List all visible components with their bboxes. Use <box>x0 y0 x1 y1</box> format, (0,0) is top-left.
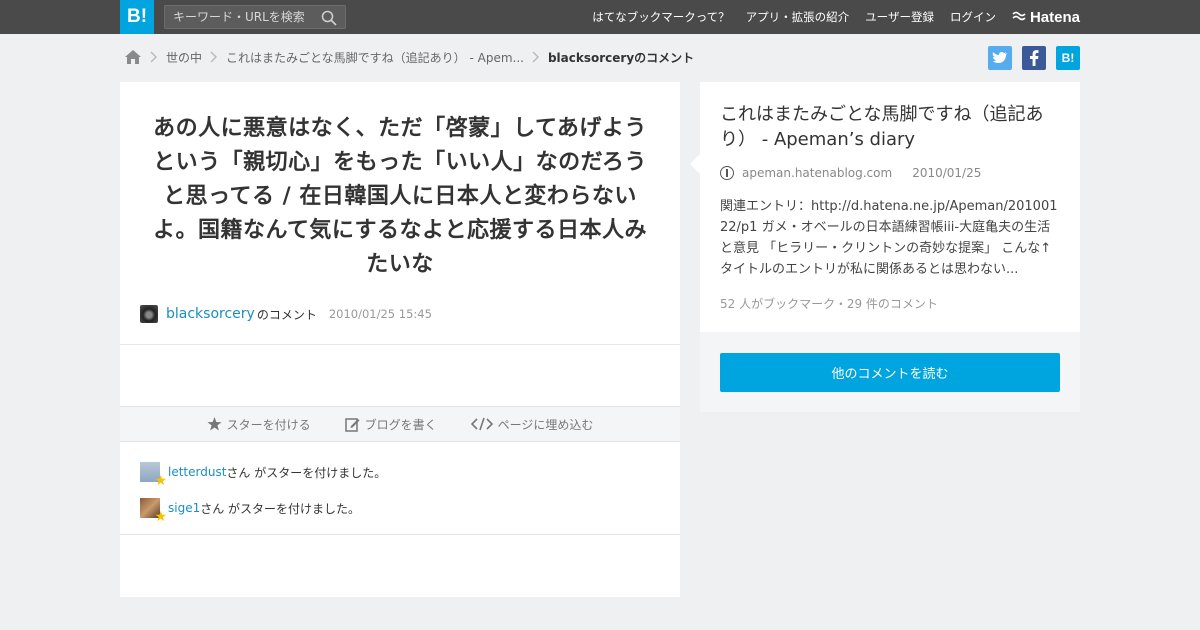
chevron-right-icon <box>532 51 540 63</box>
search-box <box>164 5 346 29</box>
comment-date: 2010/01/25 15:45 <box>328 307 432 321</box>
star-user-link[interactable]: letterdust <box>168 465 226 479</box>
code-icon <box>470 417 493 431</box>
twitter-icon <box>992 51 1007 63</box>
embed-button[interactable]: ページに埋め込む <box>470 416 594 433</box>
divider <box>120 344 680 345</box>
star-icon <box>207 417 222 431</box>
divider <box>120 534 680 535</box>
edit-icon <box>344 417 360 432</box>
add-star-button[interactable]: スターを付ける <box>207 416 311 433</box>
home-icon[interactable] <box>124 49 142 65</box>
nav-apps-link[interactable]: アプリ・拡張の紹介 <box>746 9 850 25</box>
entry-title[interactable]: これはまたみごとな馬脚ですね（追記あり） - Apeman’s diary <box>720 102 1065 152</box>
entry-summary-panel: これはまたみごとな馬脚ですね（追記あり） - Apeman’s diary ap… <box>690 82 1080 332</box>
avatar[interactable] <box>140 305 158 323</box>
star-list: ★ letterdust さん がスターを付けました。 ★ sige1 さん が… <box>140 462 386 534</box>
nav-about-link[interactable]: はてなブックマークって？ <box>592 9 729 25</box>
facebook-share-button[interactable] <box>1022 46 1046 70</box>
hatena-bookmark-logo[interactable]: B! <box>120 0 154 34</box>
avatar[interactable]: ★ <box>140 498 167 524</box>
nav-login-link[interactable]: ログイン <box>950 9 996 25</box>
facebook-icon <box>1030 50 1039 66</box>
entry-date: 2010/01/25 <box>912 166 982 180</box>
comment-suffix: のコメント <box>256 307 317 322</box>
embed-label: ページに埋め込む <box>497 417 594 432</box>
pointer-arrow <box>690 154 700 174</box>
breadcrumb-entry[interactable]: これはまたみごとな馬脚ですね（追記あり） - Apem... <box>226 49 524 66</box>
bookmark-count[interactable]: 52 人がブックマーク・29 件のコメント <box>720 295 938 312</box>
breadcrumb-category[interactable]: 世の中 <box>166 49 202 66</box>
list-item: ★ sige1 さん がスターを付けました。 <box>140 498 386 524</box>
comment-user-link[interactable]: blacksorcery <box>166 306 255 322</box>
hatena-logo-icon <box>1012 11 1026 21</box>
chevron-right-icon <box>150 51 158 63</box>
site-favicon-icon <box>720 166 734 180</box>
comment-meta: blacksorcery のコメント 2010/01/25 15:45 <box>140 305 432 323</box>
hatena-brand-label: Hatena <box>1029 8 1080 26</box>
star-user-link[interactable]: sige1 <box>168 501 200 515</box>
hatena-brand-link[interactable]: Hatena <box>1012 9 1080 26</box>
entry-summary: 関連エントリ：http://d.hatena.ne.jp/Apeman/2010… <box>720 199 1058 277</box>
nav-register-link[interactable]: ユーザー登録 <box>865 9 934 25</box>
search-icon[interactable] <box>321 10 337 26</box>
top-navbar: B! はてなブックマークって？ アプリ・拡張の紹介 ユーザー登録 ログイン Ha… <box>0 0 1200 34</box>
star-icon: ★ <box>154 509 167 525</box>
chevron-right-icon <box>210 51 218 63</box>
star-text: さん がスターを付けました。 <box>200 501 361 516</box>
comment-body: あの人に悪意はなく、ただ「啓蒙」してあげようという「親切心」をもった「いい人」な… <box>152 116 648 277</box>
star-text: さん がスターを付けました。 <box>226 465 387 480</box>
hatebu-share-button[interactable]: B! <box>1056 46 1080 70</box>
twitter-share-button[interactable] <box>988 46 1012 70</box>
avatar[interactable]: ★ <box>140 462 167 488</box>
comment-actions: スターを付ける ブログを書く ページに埋め込む <box>120 406 680 442</box>
list-item: ★ letterdust さん がスターを付けました。 <box>140 462 387 488</box>
comment-card: あの人に悪意はなく、ただ「啓蒙」してあげようという「親切心」をもった「いい人」な… <box>120 82 680 597</box>
entry-card: これはまたみごとな馬脚ですね（追記あり） - Apeman’s diary ap… <box>690 82 1080 412</box>
write-blog-button[interactable]: ブログを書く <box>344 416 437 433</box>
breadcrumb: 世の中 これはまたみごとな馬脚ですね（追記あり） - Apem... black… <box>124 47 694 67</box>
breadcrumb-current: blacksorceryのコメント <box>547 50 695 65</box>
entry-domain[interactable]: apeman.hatenablog.com <box>742 166 892 180</box>
read-more-comments-button[interactable]: 他のコメントを読む <box>720 353 1060 392</box>
share-buttons: B! <box>978 46 1080 70</box>
entry-source: apeman.hatenablog.com 2010/01/25 <box>720 166 981 180</box>
header-nav: はてなブックマークって？ アプリ・拡張の紹介 ユーザー登録 ログイン Haten… <box>576 0 1080 34</box>
star-icon: ★ <box>154 473 167 489</box>
search-input[interactable] <box>165 6 315 28</box>
add-star-label: スターを付ける <box>226 417 311 432</box>
write-blog-label: ブログを書く <box>364 417 437 432</box>
